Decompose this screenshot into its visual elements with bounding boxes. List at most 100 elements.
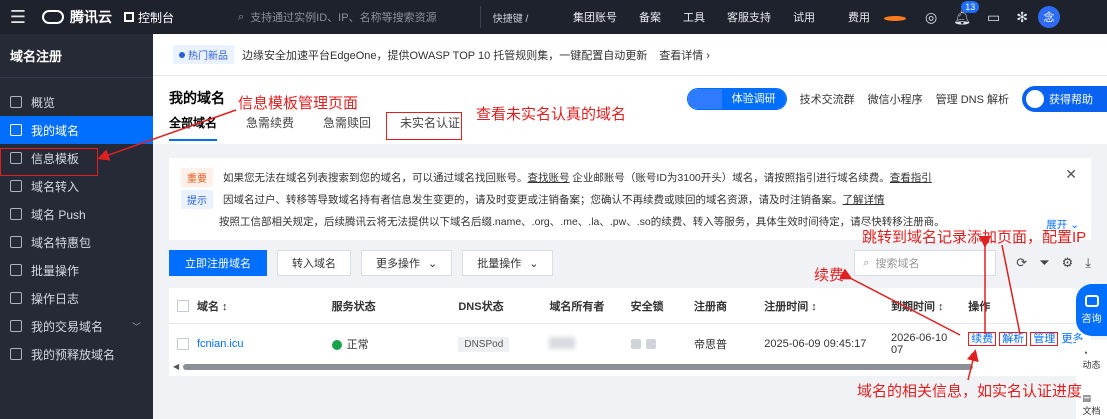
batch-ops-dropdown[interactable]: 批量操作 ⌄: [462, 250, 554, 276]
register-domain-button[interactable]: 立即注册域名: [169, 250, 267, 276]
header-actions: 体验调研 技术交流群 微信小程序 管理 DNS 解析 获得帮助: [686, 86, 1107, 112]
survey-label: 体验调研: [721, 89, 786, 109]
gear-icon[interactable]: ⚙: [1062, 255, 1074, 271]
sidebar-item-label: 我的域名: [31, 123, 80, 138]
nav-support[interactable]: 客服支持: [716, 9, 782, 25]
guide-link[interactable]: 查看指引: [890, 172, 932, 184]
filter-icon[interactable]: ⏷: [1039, 255, 1049, 271]
close-icon[interactable]: ✕: [1065, 166, 1077, 183]
help-icon: [1026, 90, 1044, 108]
sidebar-item-batch[interactable]: 批量操作: [0, 256, 153, 284]
tab-need-redeem[interactable]: 急需赎回: [323, 114, 371, 141]
sidebar-item-label: 域名特惠包: [31, 235, 92, 250]
overview-icon: [10, 96, 22, 108]
apps-icon[interactable]: ✻: [1016, 9, 1028, 26]
wallet-icon[interactable]: ▭: [987, 9, 1000, 26]
dns-cell: DNSPod: [458, 336, 549, 352]
download-icon[interactable]: ⤓: [1085, 255, 1091, 271]
sidebar-item-label: 操作日志: [31, 291, 80, 306]
refresh-icon[interactable]: ⟳: [1016, 255, 1027, 271]
important-tag: 重要: [181, 167, 213, 187]
manage-link[interactable]: 管理: [1030, 331, 1059, 346]
lock-alt-icon[interactable]: [645, 339, 656, 349]
console-link[interactable]: 控制台: [124, 9, 234, 26]
promo-banner: 热门新品 边缘安全加速平台EdgeOne，提供OWASP TOP 10 托管规则…: [153, 34, 1107, 76]
header-exp-time[interactable]: 到期时间 ↕: [891, 298, 962, 314]
menu-icon[interactable]: ☰: [0, 0, 36, 34]
bell-icon[interactable]: 🔔︎ 13: [953, 0, 980, 26]
consult-button[interactable]: 咨询: [1076, 284, 1107, 336]
sidebar-item-logs[interactable]: 操作日志: [0, 284, 153, 312]
brand-logo[interactable]: 腾讯云: [36, 7, 124, 27]
sidebar-item-label: 我的交易域名: [31, 319, 104, 334]
sidebar-item-transfer-in[interactable]: 域名转入: [0, 172, 153, 200]
console-icon: [124, 12, 134, 22]
resolve-link[interactable]: 解析: [999, 331, 1028, 346]
dns-manage-link[interactable]: 管理 DNS 解析: [936, 91, 1009, 107]
batch-icon: [10, 264, 22, 276]
sidebar-item-my-domains[interactable]: 我的域名: [0, 116, 153, 144]
nav-group-account[interactable]: 集团账号: [562, 9, 628, 25]
sidebar-item-prerelease[interactable]: 我的预释放域名: [0, 340, 153, 368]
owner-cell: [549, 336, 630, 352]
important-text: 如果您无法在域名列表搜索到您的域名，可以通过域名找回账号。查找账号 企业邮账号（…: [223, 170, 932, 185]
annotation-jump-dns: 跳转到域名记录添加页面，配置IP: [862, 229, 1087, 246]
chat-icon: [1084, 295, 1099, 307]
exp-time-cell: 2026-06-10 07: [890, 332, 948, 356]
nav-billing[interactable]: 费用: [826, 9, 917, 25]
nav-filing[interactable]: 备案: [628, 9, 672, 25]
sidebar-item-trade-domains[interactable]: 我的交易域名 ﹀: [0, 312, 153, 340]
lock-icon[interactable]: [630, 339, 641, 349]
mini-program-link[interactable]: 微信小程序: [868, 91, 923, 107]
avatar[interactable]: 念: [1037, 6, 1060, 28]
global-search-input[interactable]: ⌕ 支持通过实例ID、IP、名称等搜索资源: [234, 6, 472, 28]
nav-tools[interactable]: 工具: [672, 9, 716, 25]
header-reg-time[interactable]: 注册时间 ↕: [764, 298, 891, 314]
domain-name-link[interactable]: fcnian.icu: [197, 338, 332, 350]
dynamic-label: 动态: [1082, 360, 1101, 370]
help-button[interactable]: 获得帮助: [1022, 86, 1107, 112]
doc-link[interactable]: ▤ 文档: [1082, 393, 1100, 417]
survey-button[interactable]: 体验调研: [686, 88, 787, 110]
important-text-b: 企业邮账号（账号ID为3100开头）域名，请按照指引进行域名续费。: [569, 171, 890, 184]
header-dns[interactable]: DNS状态: [458, 298, 549, 314]
annotation-box-template: [0, 148, 98, 176]
chevron-down-icon: ﹀: [131, 321, 141, 332]
horizontal-scrollbar[interactable]: [183, 364, 973, 370]
scroll-left-icon[interactable]: ◀: [173, 362, 179, 371]
sidebar-item-label: 批量操作: [31, 263, 80, 278]
tech-group-link[interactable]: 技术交流群: [800, 91, 855, 107]
banner-text: 边缘安全加速平台EdgeOne，提供OWASP TOP 10 托管规则集，一键配…: [242, 49, 648, 62]
domain-search-input[interactable]: ⌕ 搜索域名: [854, 250, 997, 276]
check-circle-icon: [331, 340, 342, 351]
dynamic-link[interactable]: ◔ 动态: [1082, 348, 1100, 371]
batch-ops-label: 批量操作: [477, 258, 522, 270]
select-all-checkbox[interactable]: [177, 299, 189, 312]
notice-tip: 提示 因域名过户、转移等导致域名持有者信息发生变更的，请及时变更或注销备案；您确…: [181, 188, 1079, 210]
transfer-icon: [10, 180, 22, 192]
learn-more-link[interactable]: 了解详情: [843, 194, 885, 206]
banner-detail-link[interactable]: 查看详情 ›: [659, 47, 710, 63]
table-tools: ⟳ ⏷ ⚙ ⤓: [1016, 255, 1091, 271]
renew-link[interactable]: 续费: [968, 331, 997, 346]
transfer-domain-button[interactable]: 转入域名: [277, 250, 351, 276]
sidebar-item-overview[interactable]: 概览: [0, 88, 153, 116]
find-account-link[interactable]: 查找账号: [528, 172, 570, 184]
dns-badge: DNSPod: [458, 336, 510, 352]
tip-text: 因域名过户、转移等导致域名持有者信息发生变更的，请及时变更或注销备案；您确认不再…: [223, 192, 885, 207]
header-name[interactable]: 域名 ↕: [197, 298, 332, 314]
tab-all-domains[interactable]: 全部域名: [169, 114, 218, 141]
sidebar-item-label: 域名转入: [31, 179, 80, 194]
lock-icons: [630, 339, 694, 349]
tip-tag: 提示: [181, 189, 213, 209]
compass-icon[interactable]: ◎: [925, 9, 937, 26]
nav-trial[interactable]: 试用: [782, 9, 826, 25]
more-ops-dropdown[interactable]: 更多操作 ⌄: [361, 250, 453, 276]
shortcut-button[interactable]: 快捷键 /: [480, 6, 540, 28]
tab-need-renew[interactable]: 急需续费: [246, 114, 294, 141]
row-checkbox[interactable]: [177, 338, 189, 350]
sidebar-item-push[interactable]: 域名 Push: [0, 200, 153, 228]
sidebar-item-special-pack[interactable]: 域名特惠包: [0, 228, 153, 256]
annotation-info: 域名的相关信息，如实名认证进度: [857, 383, 1083, 400]
tip-text-main: 因域名过户、转移等导致域名持有者信息发生变更的，请及时变更或注销备案；您确认不再…: [223, 193, 843, 206]
